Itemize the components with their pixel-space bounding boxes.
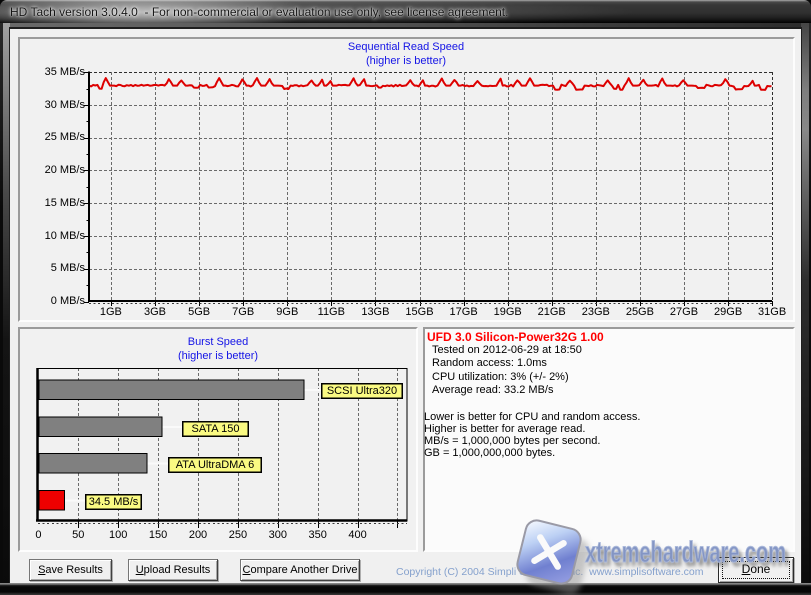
svg-text:xtremehardware.com: xtremehardware.com — [585, 536, 786, 569]
